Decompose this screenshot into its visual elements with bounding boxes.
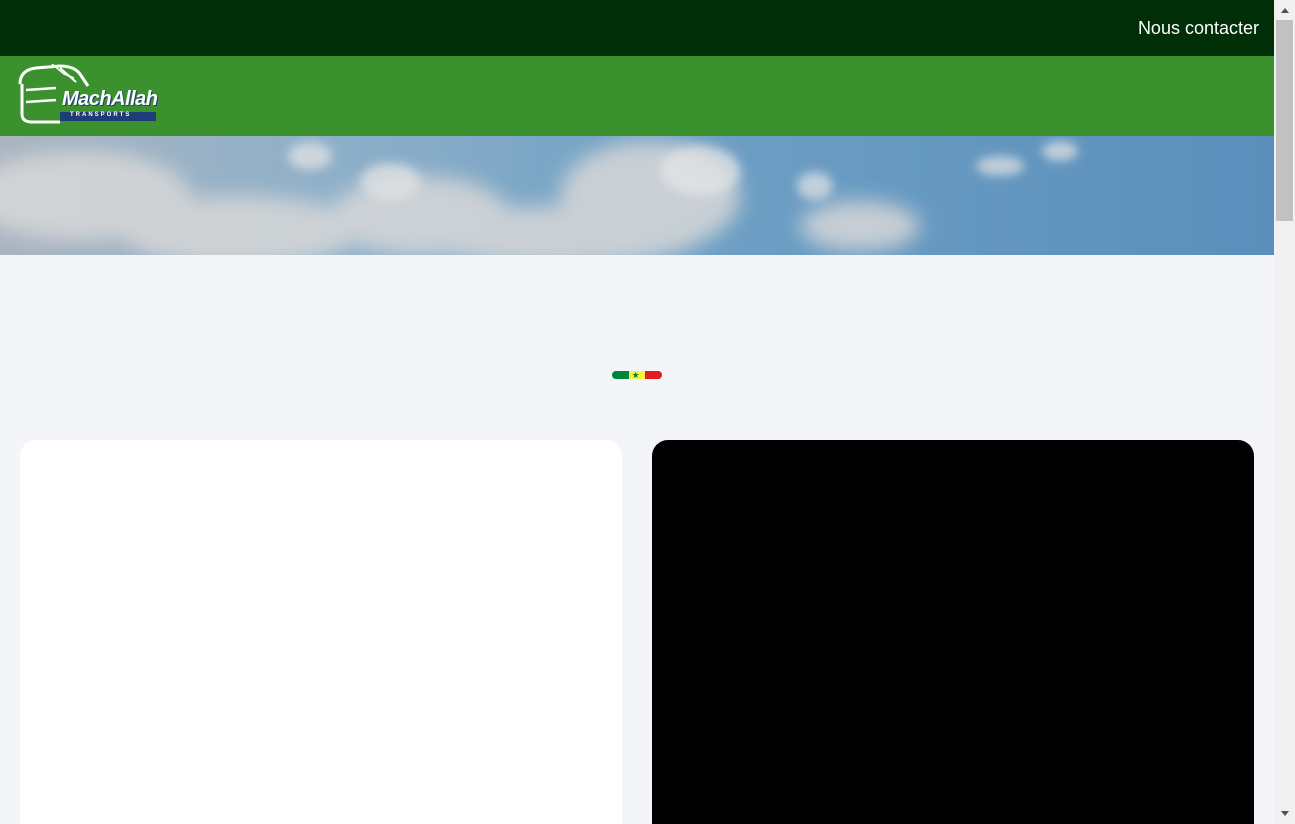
sky-clouds-image (0, 136, 1274, 255)
scroll-down-arrow-icon[interactable] (1274, 805, 1295, 822)
scroll-up-arrow-icon[interactable] (1274, 2, 1295, 19)
machallah-logo[interactable]: MachAllah TRANSPORTS (16, 63, 158, 126)
top-bar: Nous contacter (0, 0, 1274, 56)
logo-subtext: TRANSPORTS (70, 112, 132, 118)
flag-yellow-stripe: ★ (628, 371, 646, 379)
contact-link[interactable]: Nous contacter (1138, 18, 1259, 39)
page-viewport: Nous contacter MachAllah TRANSPORTS ★ (0, 0, 1274, 824)
scrollbar-thumb[interactable] (1276, 20, 1293, 221)
logo-text: MachAllah (62, 88, 158, 110)
senegal-flag-divider: ★ (612, 371, 662, 379)
site-header: MachAllah TRANSPORTS (0, 56, 1274, 136)
content-card-left (20, 440, 622, 824)
video-card-right[interactable] (652, 440, 1254, 824)
star-icon: ★ (631, 371, 640, 379)
hero-sky-banner (0, 136, 1274, 255)
vertical-scrollbar[interactable] (1274, 0, 1295, 824)
flag-green-stripe (612, 371, 629, 379)
flag-red-stripe (645, 371, 662, 379)
